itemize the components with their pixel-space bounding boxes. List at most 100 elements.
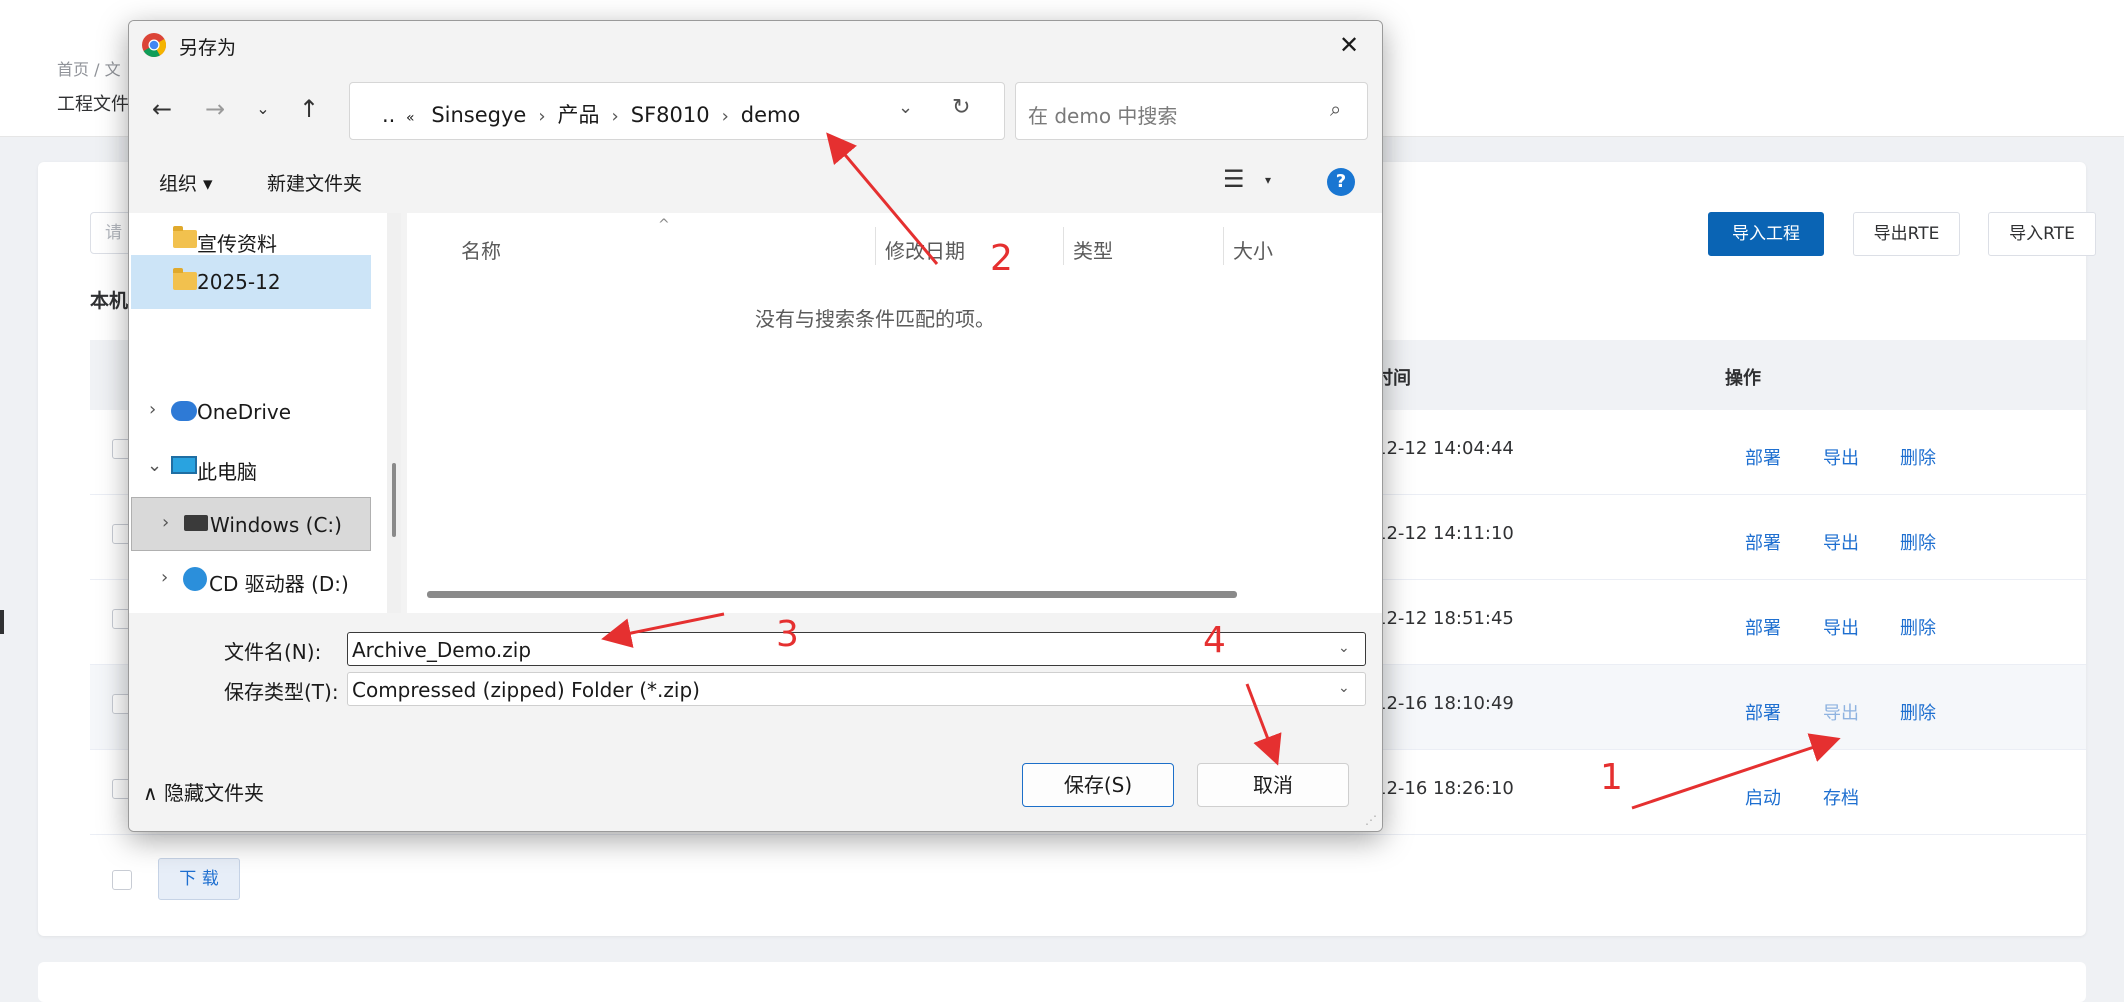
column-header-type[interactable]: 类型 <box>1073 235 1113 264</box>
column-separator[interactable] <box>1063 227 1064 265</box>
row-time: 12-12 18:51:45 <box>1375 608 1514 629</box>
save-button[interactable]: 保存(S) <box>1022 763 1174 807</box>
collapse-chevron-icon[interactable]: ⌄ <box>147 455 162 476</box>
nav-item-windows-c[interactable]: › Windows (C:) <box>131 497 371 551</box>
chrome-icon <box>142 33 167 58</box>
archive-link[interactable]: 存档 <box>1823 784 1859 810</box>
section-label: 本机 <box>90 290 129 312</box>
dialog-titlebar[interactable]: 另存为 ✕ <box>129 21 1382 69</box>
nav-item-label: Windows (C:) <box>210 513 342 537</box>
export-rte-button[interactable]: 导出RTE <box>1853 212 1960 256</box>
file-list: ^ 名称 修改日期 类型 大小 没有与搜索条件匹配的项。 <box>407 213 1382 613</box>
refresh-icon[interactable]: ↻ <box>952 95 970 120</box>
folder-icon <box>173 226 197 248</box>
download-button[interactable]: 下 载 <box>158 858 240 900</box>
nav-scroll-thumb[interactable] <box>392 463 396 537</box>
horizontal-scrollbar[interactable] <box>427 591 1237 598</box>
start-link[interactable]: 启动 <box>1745 784 1781 810</box>
close-icon[interactable]: ✕ <box>1334 31 1364 61</box>
nav-item-label: 宣传资料 <box>197 232 277 256</box>
column-separator[interactable] <box>1223 227 1224 265</box>
export-link[interactable]: 导出 <box>1823 614 1859 640</box>
drive-icon <box>184 515 208 531</box>
help-icon[interactable]: ? <box>1327 168 1355 196</box>
column-header-name[interactable]: 名称 <box>461 235 501 264</box>
sort-ascending-icon: ^ <box>658 217 670 233</box>
annotation-label-4: 4 <box>1203 620 1226 661</box>
expand-chevron-icon[interactable]: › <box>162 512 169 533</box>
column-separator[interactable] <box>875 227 876 265</box>
filetype-select[interactable]: Compressed (zipped) Folder (*.zip) ⌄ <box>347 672 1366 706</box>
expand-chevron-icon[interactable]: › <box>161 567 168 588</box>
dialog-search-box[interactable]: 在 demo 中搜索 ⌕ <box>1015 82 1368 140</box>
column-header-modified[interactable]: 修改日期 <box>885 235 965 264</box>
search-icon[interactable]: ⌕ <box>1330 97 1341 121</box>
navigation-pane: 宣传资料 2025-12 › OneDrive ⌄ 此电脑 › Windows … <box>129 213 401 613</box>
resize-grip-icon[interactable]: ⋰ <box>1365 813 1377 827</box>
forward-arrow-icon[interactable]: → <box>200 94 230 124</box>
filetype-label: 保存类型(T): <box>224 680 339 704</box>
address-dropdown-icon[interactable]: ⌄ <box>898 97 913 118</box>
address-chevrons-icon[interactable]: « <box>406 110 415 126</box>
dialog-title: 另存为 <box>179 37 237 59</box>
breadcrumb[interactable]: 首页 / 文 <box>57 56 121 80</box>
nav-item-this-pc[interactable]: ⌄ 此电脑 <box>131 441 371 495</box>
chevron-down-icon[interactable]: ⌄ <box>1338 640 1350 656</box>
delete-link[interactable]: 删除 <box>1900 699 1936 725</box>
nav-scrollbar[interactable] <box>387 213 401 613</box>
select-all-checkbox[interactable] <box>112 870 132 890</box>
column-header-operations: 操作 <box>1725 368 1761 389</box>
page-title: 工程文件 <box>57 94 129 115</box>
view-options-icon[interactable]: ☰ <box>1223 165 1245 193</box>
cancel-button[interactable]: 取消 <box>1197 763 1349 807</box>
hide-folders-toggle[interactable]: ∧ 隐藏文件夹 <box>143 777 264 806</box>
back-arrow-icon[interactable]: ← <box>147 94 177 124</box>
cloud-icon <box>171 401 197 421</box>
annotation-label-2: 2 <box>990 238 1013 279</box>
nav-item-cd-drive[interactable]: › CD 驱动器 (D:) <box>131 553 371 607</box>
deploy-link[interactable]: 部署 <box>1745 444 1781 470</box>
column-header-size[interactable]: 大小 <box>1233 235 1381 264</box>
row-time: 12-12 14:11:10 <box>1375 523 1514 544</box>
crumb-demo[interactable]: demo <box>741 103 801 127</box>
up-arrow-icon[interactable]: ↑ <box>294 94 324 124</box>
folder-icon <box>173 268 197 290</box>
delete-link[interactable]: 删除 <box>1900 529 1936 555</box>
address-breadcrumb: .. « Sinsegye › 产品 › SF8010 › demo <box>382 99 800 129</box>
nav-item-label: CD 驱动器 (D:) <box>209 572 349 596</box>
filetype-value: Compressed (zipped) Folder (*.zip) <box>352 678 700 702</box>
delete-link[interactable]: 删除 <box>1900 444 1936 470</box>
annotation-label-3: 3 <box>776 614 799 655</box>
export-link[interactable]: 导出 <box>1823 699 1859 725</box>
nav-item-label: OneDrive <box>197 400 292 424</box>
chevron-down-icon[interactable]: ⌄ <box>1338 680 1350 696</box>
secondary-panel <box>38 962 2086 1002</box>
save-as-dialog: 另存为 ✕ ← → ⌄ ↑ .. « Sinsegye › 产品 › SF8010 › de… <box>128 20 1383 832</box>
deploy-link[interactable]: 部署 <box>1745 614 1781 640</box>
import-project-button[interactable]: 导入工程 <box>1708 212 1824 256</box>
delete-link[interactable]: 删除 <box>1900 614 1936 640</box>
crumb-sinsegye[interactable]: Sinsegye <box>431 103 526 127</box>
new-folder-button[interactable]: 新建文件夹 <box>267 169 362 196</box>
crumb-product[interactable]: 产品 <box>558 103 600 127</box>
export-link[interactable]: 导出 <box>1823 529 1859 555</box>
import-rte-button[interactable]: 导入RTE <box>1988 212 2096 256</box>
crumb-sf8010[interactable]: SF8010 <box>631 103 710 127</box>
nav-item-onedrive[interactable]: › OneDrive <box>131 385 371 439</box>
address-overflow[interactable]: .. <box>382 103 395 127</box>
recent-locations-chevron-icon[interactable]: ⌄ <box>248 94 278 124</box>
empty-message: 没有与搜索条件匹配的项。 <box>755 307 995 331</box>
crumb-separator-icon: › <box>538 106 546 127</box>
address-bar[interactable]: .. « Sinsegye › 产品 › SF8010 › demo ⌄ ↻ <box>349 82 1005 140</box>
deploy-link[interactable]: 部署 <box>1745 529 1781 555</box>
view-caret-icon[interactable]: ▾ <box>1265 173 1271 187</box>
organize-menu-button[interactable]: 组织 ▾ <box>159 169 213 196</box>
computer-icon <box>171 456 197 474</box>
nav-item-2025-12[interactable]: 2025-12 <box>131 255 371 309</box>
deploy-link[interactable]: 部署 <box>1745 699 1781 725</box>
nav-item-label: 此电脑 <box>197 460 257 484</box>
expand-chevron-icon[interactable]: › <box>149 399 156 420</box>
export-link[interactable]: 导出 <box>1823 444 1859 470</box>
annotation-label-1: 1 <box>1600 757 1623 798</box>
crumb-separator-icon: › <box>721 106 729 127</box>
